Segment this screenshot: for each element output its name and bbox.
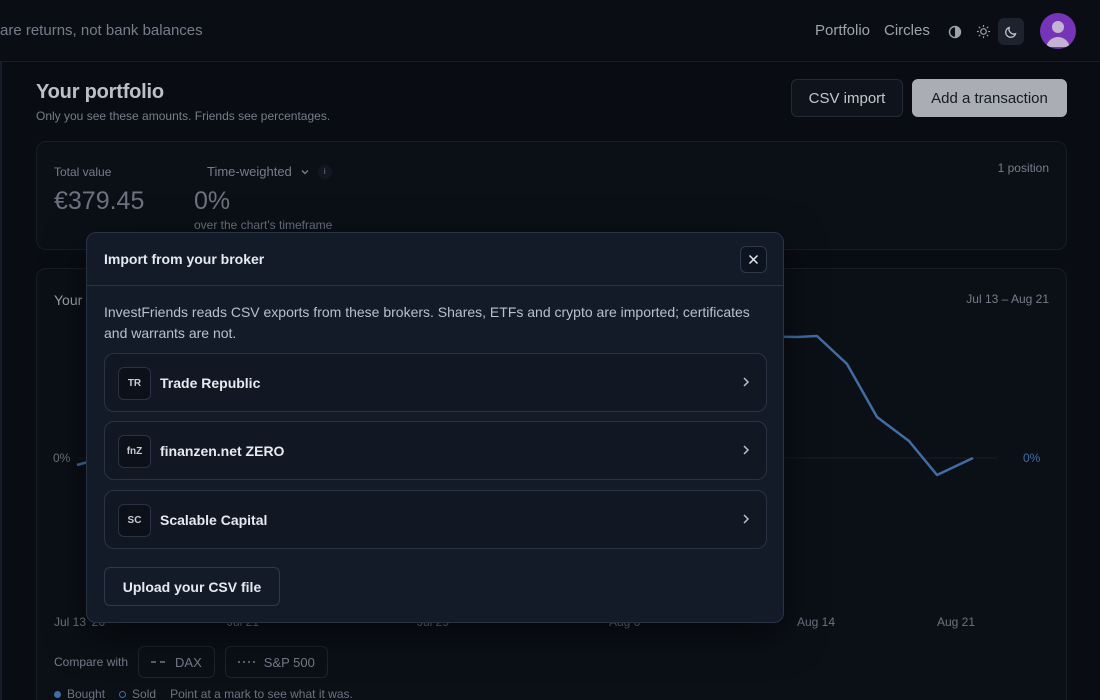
broker-badge: fnZ — [118, 435, 151, 468]
modal-header: Import from your broker — [87, 233, 783, 286]
broker-item-scalable-capital[interactable]: SC Scalable Capital — [104, 490, 767, 549]
broker-name: finanzen.net ZERO — [160, 443, 285, 459]
broker-import-modal: Import from your broker InvestFriends re… — [86, 232, 784, 623]
modal-description: InvestFriends reads CSV exports from the… — [104, 304, 750, 341]
upload-csv-button[interactable]: Upload your CSV file — [104, 567, 280, 606]
broker-badge: SC — [118, 504, 151, 537]
chevron-right-icon — [743, 445, 750, 455]
broker-item-trade-republic[interactable]: TR Trade Republic — [104, 353, 767, 412]
chevron-right-icon — [743, 514, 750, 524]
chevron-right-icon — [743, 377, 750, 387]
broker-badge: TR — [118, 367, 151, 400]
broker-item-finanzen-zero[interactable]: fnZ finanzen.net ZERO — [104, 421, 767, 480]
modal-title: Import from your broker — [104, 251, 265, 267]
broker-name: Scalable Capital — [160, 512, 268, 528]
close-icon — [748, 254, 759, 265]
broker-name: Trade Republic — [160, 375, 261, 391]
close-button[interactable] — [740, 246, 767, 273]
